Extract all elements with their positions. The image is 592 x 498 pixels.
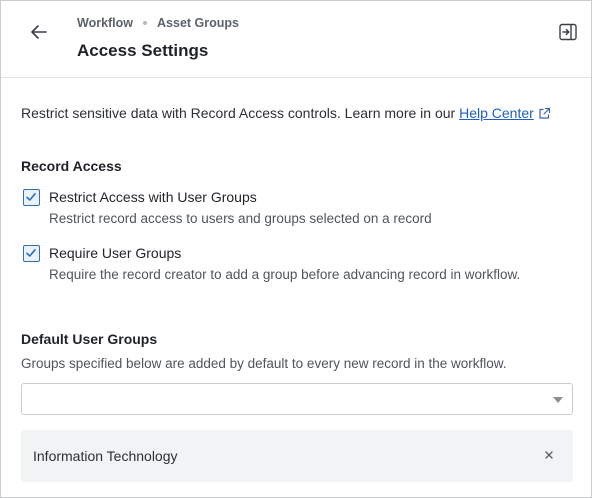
checkmark-icon: [26, 249, 36, 257]
close-icon: [545, 451, 553, 459]
back-button[interactable]: [27, 21, 51, 43]
external-link-icon: [538, 107, 551, 123]
default-user-groups-heading: Default User Groups: [21, 331, 158, 347]
restrict-access-label[interactable]: Restrict Access with User Groups: [49, 189, 257, 205]
help-center-link[interactable]: Help Center: [459, 105, 534, 121]
checkmark-icon: [26, 193, 36, 201]
require-groups-checkbox[interactable]: [23, 245, 40, 262]
selected-group-label: Information Technology: [33, 448, 178, 464]
remove-group-button[interactable]: [541, 447, 557, 463]
restrict-access-description: Restrict record access to users and grou…: [49, 211, 432, 226]
intro-text: Restrict sensitive data with Record Acce…: [21, 105, 551, 123]
require-groups-label[interactable]: Require User Groups: [49, 245, 181, 261]
record-access-heading: Record Access: [21, 158, 122, 174]
arrow-left-icon: [31, 25, 47, 39]
panel-collapse-icon: [559, 23, 577, 41]
user-groups-select[interactable]: [21, 383, 573, 415]
page-title: Access Settings: [77, 41, 209, 60]
breadcrumb-asset-groups[interactable]: Asset Groups: [157, 16, 239, 30]
collapse-panel-button[interactable]: [558, 22, 578, 42]
intro-sentence: Restrict sensitive data with Record Acce…: [21, 105, 460, 121]
breadcrumb-workflow[interactable]: Workflow: [77, 16, 133, 30]
breadcrumb: Workflow Asset Groups: [77, 16, 239, 30]
require-groups-description: Require the record creator to add a grou…: [49, 267, 521, 282]
breadcrumb-separator: [143, 21, 148, 25]
panel-header: Workflow Asset Groups Access Settings: [1, 1, 591, 78]
access-settings-panel: Workflow Asset Groups Access Settings Re…: [0, 0, 592, 498]
chevron-down-icon: [553, 397, 563, 403]
selected-group-chip: Information Technology: [21, 430, 573, 482]
restrict-access-checkbox[interactable]: [23, 189, 40, 206]
default-user-groups-description: Groups specified below are added by defa…: [21, 356, 507, 371]
